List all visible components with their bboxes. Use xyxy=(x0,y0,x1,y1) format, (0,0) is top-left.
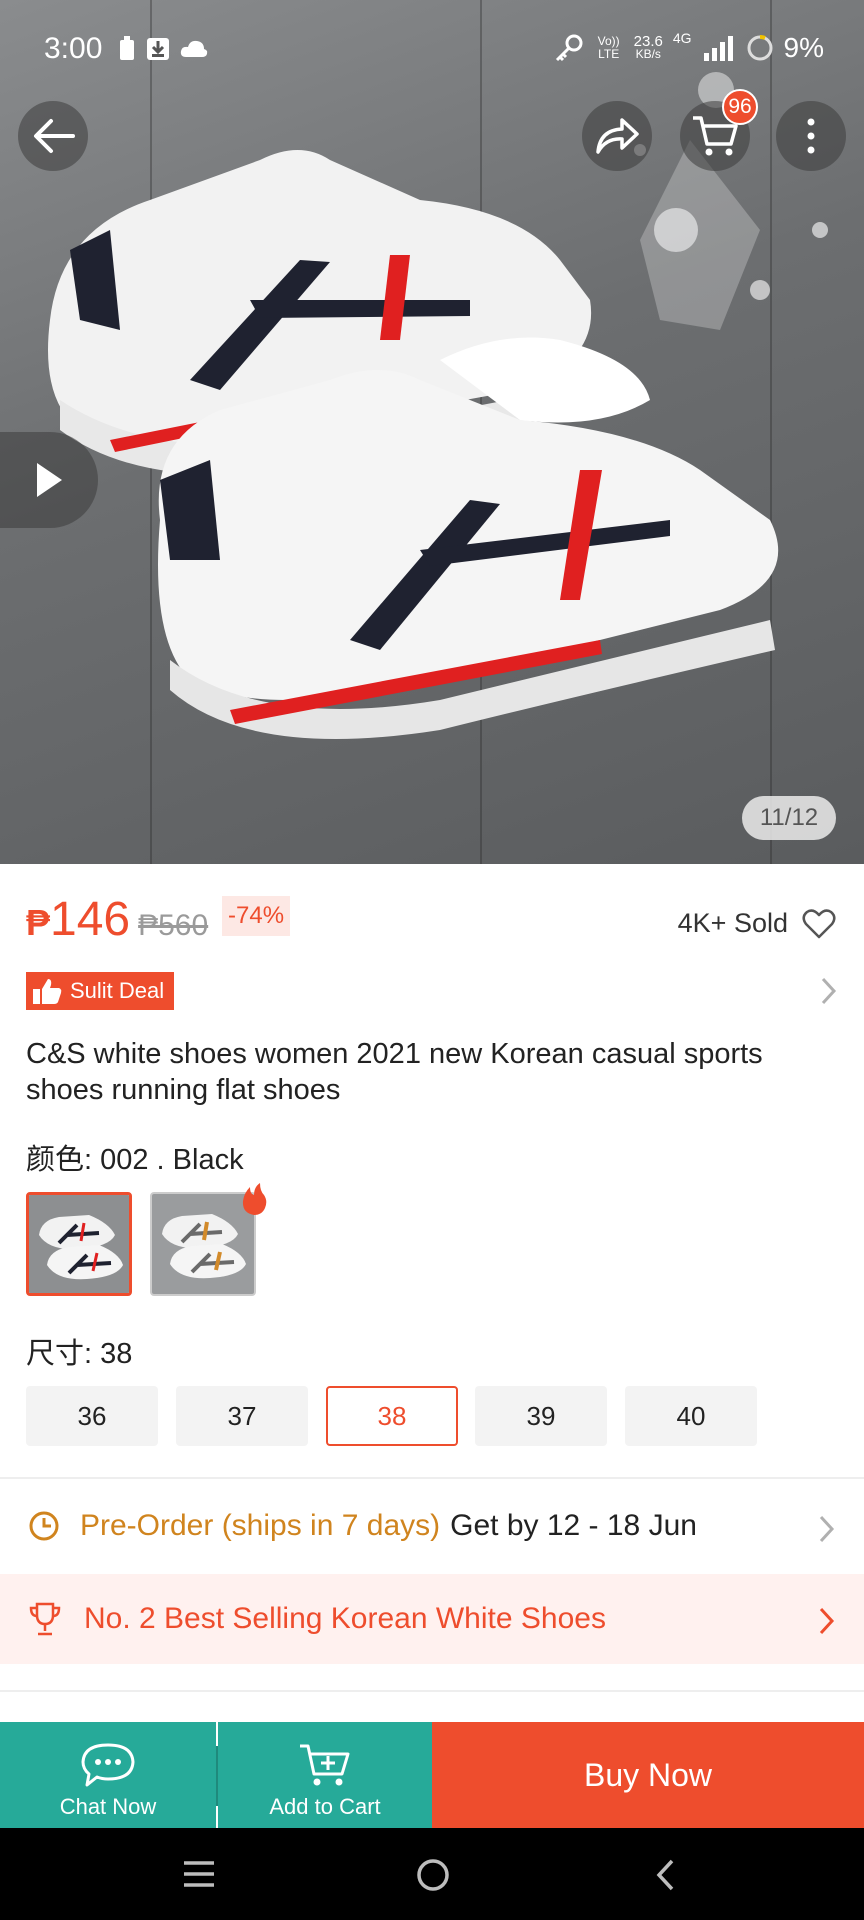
trophy-icon xyxy=(29,1602,61,1636)
size-option[interactable]: 36 xyxy=(26,1386,158,1446)
chat-now-label: Chat Now xyxy=(59,1794,157,1819)
sold-count: 4K+ Sold xyxy=(677,908,788,938)
back-arrow-icon xyxy=(34,119,75,153)
original-price: ₱560 xyxy=(138,909,209,942)
size-option-selected[interactable]: 38 xyxy=(326,1386,458,1446)
section-divider xyxy=(0,1690,864,1692)
flame-icon xyxy=(242,1183,267,1215)
play-video-button[interactable] xyxy=(0,432,98,528)
status-time: 3:00 xyxy=(44,32,103,65)
key-icon xyxy=(555,34,583,62)
signal-icon xyxy=(703,36,733,61)
battery-saver-icon xyxy=(120,36,134,60)
color-option-black[interactable] xyxy=(26,1192,132,1296)
chat-now-button[interactable]: Chat Now xyxy=(0,1722,216,1828)
cloud-icon xyxy=(180,40,208,57)
chevron-right-icon xyxy=(821,977,837,1005)
delivery-date: Get by 12 - 18 Jun xyxy=(450,1509,697,1542)
battery-ring-icon xyxy=(747,35,773,61)
bottom-action-bar: Chat Now Add to Cart Buy Now xyxy=(0,1722,864,1828)
sold-count-row: 4K+ Sold xyxy=(678,908,836,939)
chevron-right-icon xyxy=(819,1515,835,1543)
color-label: 颜色: 002 . Black xyxy=(26,1144,244,1176)
share-button[interactable] xyxy=(582,101,652,171)
chevron-right-icon xyxy=(819,1607,835,1635)
more-options-button[interactable] xyxy=(776,101,846,171)
preorder-row[interactable]: Pre-Order (ships in 7 days) Get by 12 - … xyxy=(0,1488,864,1564)
heart-icon[interactable] xyxy=(802,908,836,939)
size-label: 尺寸: 38 xyxy=(26,1338,133,1370)
network-speed-unit: KB/s xyxy=(635,47,661,61)
sulit-deal-badge: Sulit Deal xyxy=(26,972,175,1010)
image-counter: 11/12 xyxy=(742,796,836,840)
play-icon xyxy=(37,463,62,497)
home-icon[interactable] xyxy=(416,1858,450,1892)
swatch-image xyxy=(152,1194,254,1294)
product-title: C&S white shoes women 2021 new Korean ca… xyxy=(26,1038,763,1106)
menu-icon[interactable] xyxy=(182,1860,216,1888)
cart-count-badge: 96 xyxy=(722,89,758,125)
status-right-icons: Vo)) LTE 23.6 KB/s 4G 9% xyxy=(554,30,824,64)
add-to-cart-label: Add to Cart xyxy=(269,1794,381,1819)
deal-row[interactable]: Sulit Deal xyxy=(26,972,838,1012)
section-divider xyxy=(0,1477,864,1479)
back-button[interactable] xyxy=(18,101,88,171)
size-option[interactable]: 40 xyxy=(625,1386,757,1446)
signal-type: 4G xyxy=(672,30,692,46)
add-cart-icon xyxy=(300,1744,350,1786)
chat-icon xyxy=(81,1743,135,1787)
buy-now-button[interactable]: Buy Now xyxy=(432,1722,864,1828)
price-currency: ₱ xyxy=(26,902,51,943)
network-speed: 23.6 KB/s xyxy=(634,34,663,61)
price-row: ₱ 146 ₱560 xyxy=(26,892,208,947)
download-icon xyxy=(147,38,169,60)
size-option[interactable]: 37 xyxy=(176,1386,308,1446)
battery-percent: 9% xyxy=(783,32,824,63)
size-option[interactable]: 39 xyxy=(475,1386,607,1446)
volte-label: Vo)) LTE xyxy=(597,34,620,61)
swatch-image xyxy=(29,1195,129,1293)
cart-button[interactable]: 96 xyxy=(680,89,758,171)
back-nav-icon[interactable] xyxy=(654,1858,676,1892)
bestseller-text: No. 2 Best Selling Korean White Shoes xyxy=(84,1602,606,1635)
system-nav-bar xyxy=(0,1828,864,1920)
current-price: 146 xyxy=(50,893,131,946)
bestseller-banner[interactable]: No. 2 Best Selling Korean White Shoes xyxy=(0,1574,864,1664)
status-bar: 3:00 Vo)) LTE 23.6 KB/s 4G 9% xyxy=(0,0,864,100)
add-to-cart-button[interactable]: Add to Cart xyxy=(218,1722,432,1828)
status-left-icons xyxy=(118,36,208,62)
preorder-text: Pre-Order (ships in 7 days) xyxy=(80,1509,441,1542)
discount-badge: -74% xyxy=(222,896,291,936)
more-icon xyxy=(807,118,815,154)
share-icon xyxy=(596,118,639,154)
thumbs-up-icon xyxy=(33,979,62,1004)
deal-label: Sulit Deal xyxy=(70,978,165,1003)
clock-icon xyxy=(29,1511,59,1541)
